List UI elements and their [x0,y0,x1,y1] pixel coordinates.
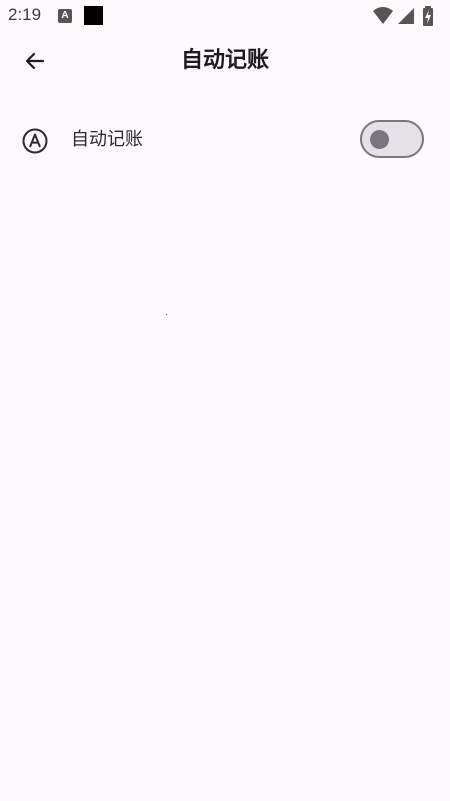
setting-row-auto-bookkeeping[interactable]: 自动记账 [0,110,450,170]
top-app-bar: 自动记账 [0,32,450,90]
setting-label: 自动记账 [71,129,143,150]
cellular-signal-icon [398,8,414,24]
circled-a-icon [22,128,48,154]
battery-charging-icon [423,6,433,26]
arrow-back-icon [25,52,45,70]
status-time: 2:19 [8,5,42,24]
switch-thumb [370,130,389,149]
page-title: 自动记账 [180,48,269,73]
auto-bookkeeping-switch[interactable] [360,120,424,158]
screen: 2:19 A 自动记账 自动记账 [0,0,450,801]
status-icons [372,6,442,26]
notification-letter: A [61,10,69,21]
wifi-icon [373,7,393,24]
speck [166,314,167,315]
black-square-icon [84,6,103,25]
text-notification-icon: A [58,9,72,23]
status-bar: 2:19 A [0,0,450,32]
back-button[interactable] [12,38,58,84]
